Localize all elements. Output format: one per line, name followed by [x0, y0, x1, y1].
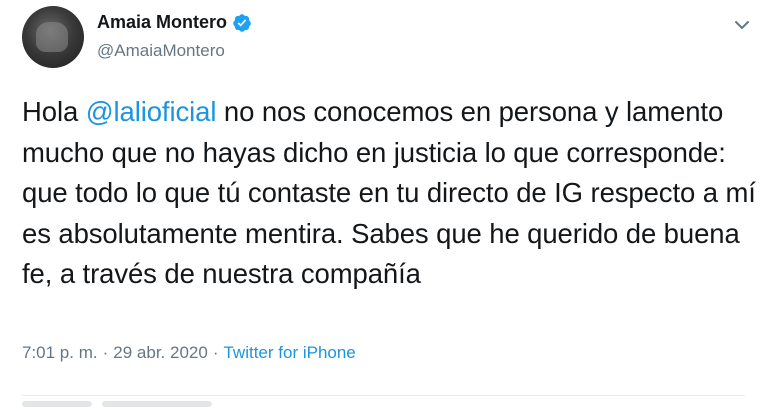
divider — [22, 395, 745, 396]
meta-separator: · — [102, 343, 109, 362]
avatar-image — [36, 22, 68, 52]
tweet-text-start: Hola — [22, 96, 86, 127]
cropped-stat — [102, 401, 212, 407]
tweet-card: Amaia Montero @AmaiaMontero Hola @laliof… — [0, 0, 767, 410]
tweet-date[interactable]: 29 abr. 2020 — [113, 343, 208, 363]
tweet-time[interactable]: 7:01 p. m. — [22, 343, 98, 363]
avatar[interactable] — [22, 6, 84, 68]
user-handle[interactable]: @AmaiaMontero — [97, 41, 225, 61]
tweet-meta: 7:01 p. m. · 29 abr. 2020 · Twitter for … — [22, 343, 356, 363]
display-name[interactable]: Amaia Montero — [97, 12, 252, 33]
tweet-source-link[interactable]: Twitter for iPhone — [223, 343, 355, 363]
mention-link[interactable]: @lalioficial — [86, 96, 217, 127]
verified-badge-icon — [232, 13, 252, 33]
display-name-text[interactable]: Amaia Montero — [97, 12, 227, 33]
meta-separator-2: · — [212, 343, 219, 362]
cropped-stat — [22, 401, 92, 407]
engagement-row-cropped — [22, 401, 322, 410]
tweet-text: Hola @lalioficial no nos conocemos en pe… — [22, 92, 757, 295]
chevron-down-icon[interactable] — [731, 14, 753, 36]
